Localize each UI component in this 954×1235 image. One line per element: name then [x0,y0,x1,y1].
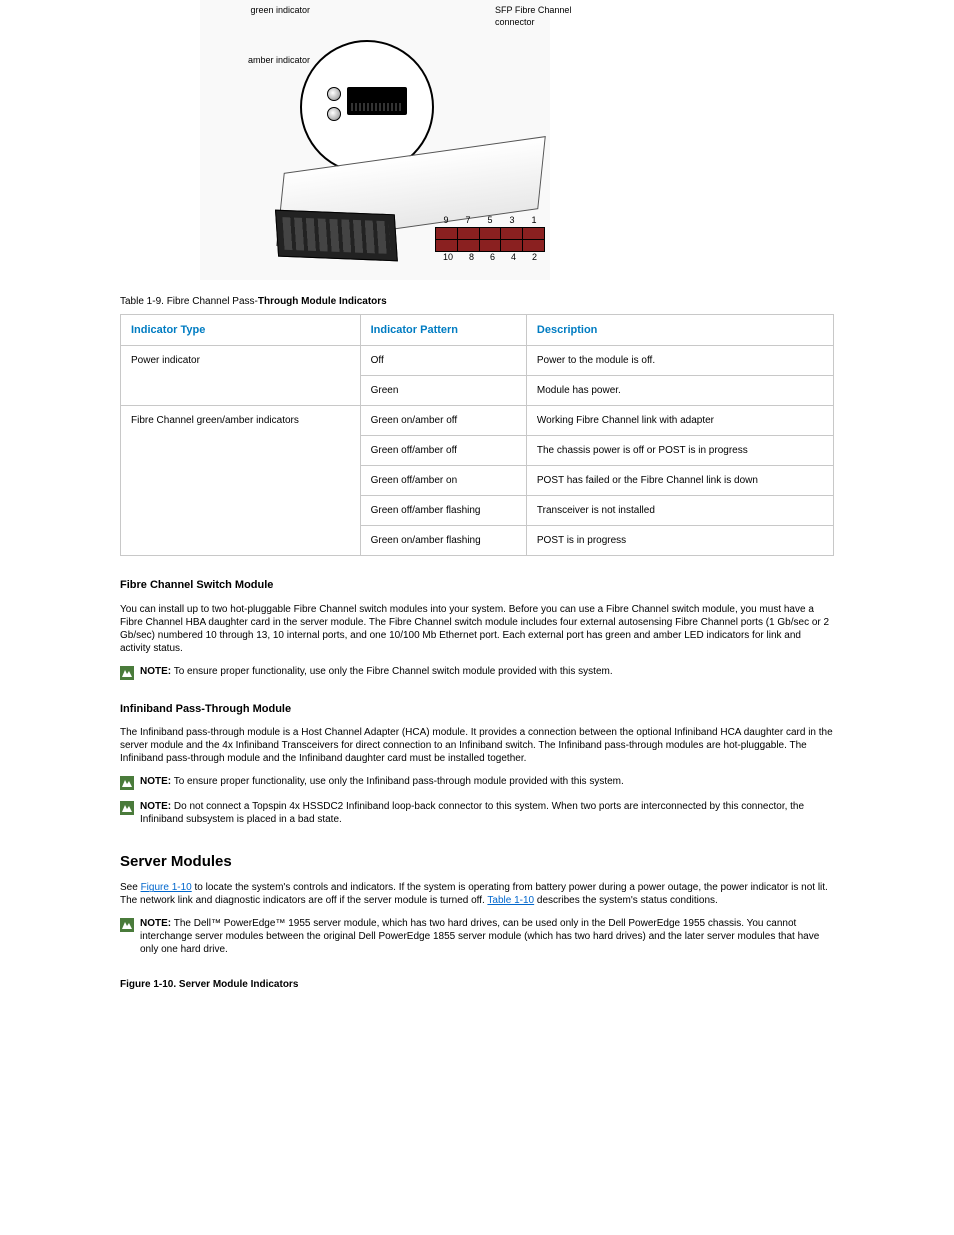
heading-fc-switch: Fibre Channel Switch Module [120,578,834,592]
note-fc-switch: NOTE: To ensure proper functionality, us… [120,665,834,680]
heading-infiniband: Infiniband Pass-Through Module [120,702,834,716]
link-table-1-10[interactable]: Table 1-10 [487,895,534,906]
th-indicator-type: Indicator Type [121,315,361,346]
note-icon [120,666,134,680]
heading-server-modules: Server Modules [120,852,834,872]
fc-passthrough-indicators-table: Indicator Type Indicator Pattern Descrip… [120,314,834,556]
th-description: Description [526,315,833,346]
th-indicator-pattern: Indicator Pattern [360,315,526,346]
note-icon [120,918,134,932]
green-led-icon [327,87,341,101]
port-number-map: 9 7 5 3 1 10 8 6 4 2 [435,215,545,263]
link-figure-1-10[interactable]: Figure 1-10 [141,882,192,893]
infiniband-paragraph: The Infiniband pass-through module is a … [120,726,834,765]
note-icon [120,776,134,790]
note-infiniband-1: NOTE: To ensure proper functionality, us… [120,775,834,790]
table-header-row: Indicator Type Indicator Pattern Descrip… [121,315,834,346]
label-sfp-connector: SFP Fibre Channel connector [495,5,575,28]
label-green-indicator: green indicator [230,5,310,17]
note-infiniband-2: NOTE: Do not connect a Topspin 4x HSSDC2… [120,800,834,826]
figure-1-10-title: Figure 1-10. Server Module Indicators [120,978,834,991]
note-icon [120,801,134,815]
table-row: Fibre Channel green/amber indicators Gre… [121,406,834,436]
fc-passthrough-figure: green indicator amber indicator SFP Fibr… [200,0,550,280]
sfp-connector-icon [347,87,407,115]
amber-led-icon [327,107,341,121]
fc-switch-paragraph: You can install up to two hot-pluggable … [120,603,834,655]
table-1-9-title: Table 1-9. Fibre Channel Pass-Through Mo… [120,295,834,308]
table-row: Power indicator Off Power to the module … [121,346,834,376]
label-amber-indicator: amber indicator [230,55,310,67]
server-modules-paragraph: See Figure 1-10 to locate the system's c… [120,881,834,907]
note-server-modules: NOTE: The Dell™ PowerEdge™ 1955 server m… [120,917,834,956]
